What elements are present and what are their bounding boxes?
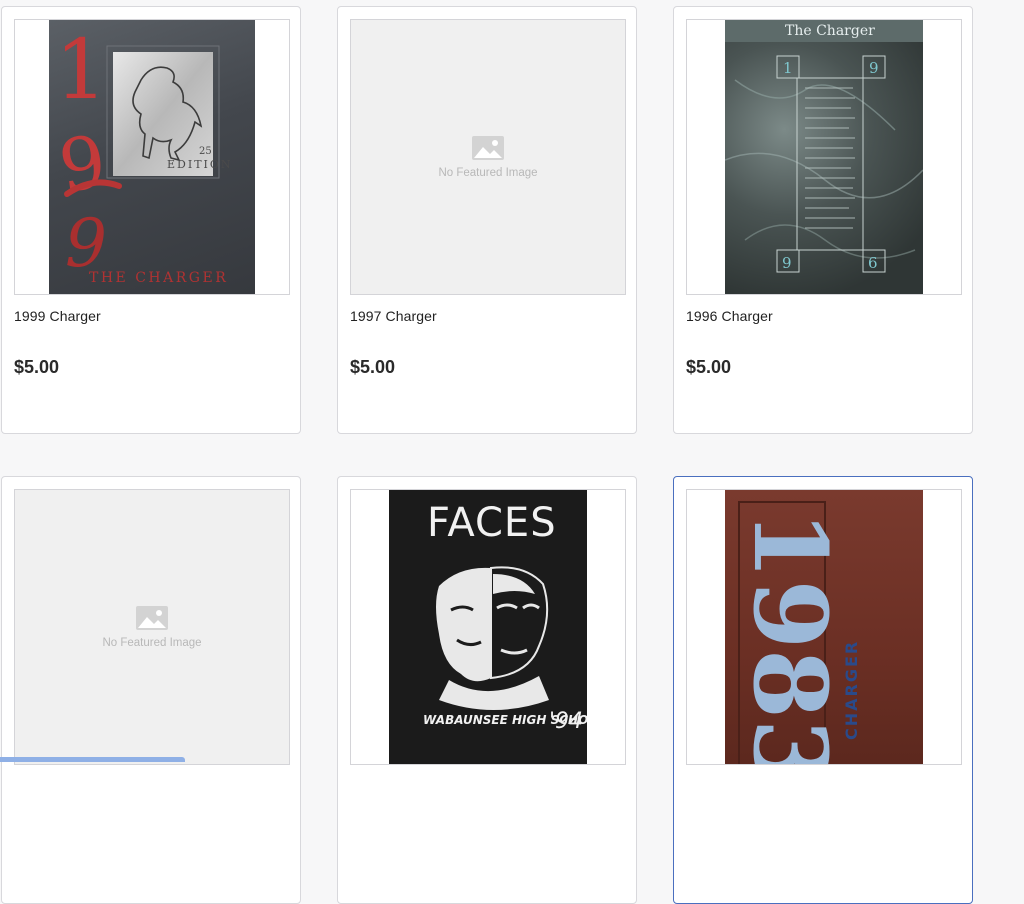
svg-text:9: 9 bbox=[869, 59, 879, 77]
product-image[interactable]: No Featured Image bbox=[350, 19, 626, 295]
product-card[interactable]: 1983 CHARGER bbox=[673, 476, 973, 904]
image-placeholder-icon bbox=[472, 136, 504, 160]
product-grid: EDITION 25 1 9 9 THE CHARGER 1999 Charge… bbox=[0, 0, 1024, 904]
product-card[interactable]: EDITION 25 1 9 9 THE CHARGER 1999 Charge… bbox=[1, 6, 301, 434]
placeholder-text: No Featured Image bbox=[438, 167, 538, 179]
svg-text:9: 9 bbox=[54, 119, 111, 209]
svg-text:FACES: FACES bbox=[427, 500, 557, 546]
product-price: $5.00 bbox=[14, 357, 60, 377]
placeholder-text: No Featured Image bbox=[102, 637, 202, 649]
product-image[interactable]: EDITION 25 1 9 9 THE CHARGER bbox=[14, 19, 290, 295]
svg-text:1983: 1983 bbox=[731, 510, 849, 764]
product-card[interactable]: No Featured Image 1997 Charger $5.00 bbox=[337, 6, 637, 434]
svg-text:9: 9 bbox=[782, 254, 792, 272]
product-image[interactable]: FACES WABAUNSEE HIGH SCHOOL '94 bbox=[350, 489, 626, 765]
svg-text:25: 25 bbox=[199, 146, 212, 157]
svg-text:6: 6 bbox=[868, 254, 878, 272]
product-card[interactable]: No Featured Image bbox=[1, 476, 301, 904]
no-image-placeholder: No Featured Image bbox=[15, 490, 289, 764]
svg-text:THE CHARGER: THE CHARGER bbox=[89, 270, 228, 286]
product-card[interactable]: FACES WABAUNSEE HIGH SCHOOL '94 bbox=[337, 476, 637, 904]
product-price: $5.00 bbox=[350, 357, 396, 377]
yearbook-cover-1983: 1983 CHARGER bbox=[725, 490, 923, 764]
product-image[interactable]: 1983 CHARGER bbox=[686, 489, 962, 765]
product-image[interactable]: The Charger 1 9 9 6 bbox=[686, 19, 962, 295]
product-title[interactable]: 1999 Charger bbox=[14, 308, 101, 324]
svg-text:The Charger: The Charger bbox=[785, 23, 875, 39]
product-price: $5.00 bbox=[686, 357, 732, 377]
horizontal-scrollbar[interactable] bbox=[0, 757, 185, 762]
yearbook-cover-faces: FACES WABAUNSEE HIGH SCHOOL '94 bbox=[389, 490, 587, 764]
image-placeholder-icon bbox=[136, 606, 168, 630]
product-title[interactable]: 1996 Charger bbox=[686, 308, 773, 324]
yearbook-cover-1999: EDITION 25 1 9 9 THE CHARGER bbox=[49, 20, 255, 294]
product-image[interactable]: No Featured Image bbox=[14, 489, 290, 765]
svg-text:EDITION: EDITION bbox=[167, 158, 233, 171]
product-card[interactable]: The Charger 1 9 9 6 1996 Charger $5.00 bbox=[673, 6, 973, 434]
svg-text:'94: '94 bbox=[549, 709, 583, 734]
product-title[interactable]: 1997 Charger bbox=[350, 308, 437, 324]
yearbook-cover-1996: The Charger 1 9 9 6 bbox=[725, 20, 923, 294]
svg-text:CHARGER: CHARGER bbox=[842, 640, 861, 740]
no-image-placeholder: No Featured Image bbox=[351, 20, 625, 294]
svg-text:1: 1 bbox=[55, 23, 107, 118]
svg-text:1: 1 bbox=[783, 59, 793, 77]
